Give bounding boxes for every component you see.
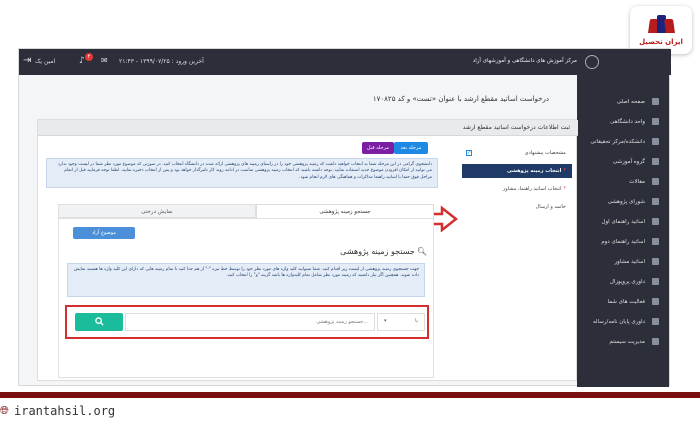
globe-icon: 🌐︎ — [0, 404, 9, 417]
building-icon — [652, 118, 659, 125]
sidebar-item-activities[interactable]: فعالیت های شما — [577, 293, 669, 311]
brand-title: مرکز آموزش های دانشگاهی و آموزشهای آزاد — [472, 58, 577, 64]
operator-select[interactable]: ▾ یا — [377, 313, 425, 331]
bell-icon[interactable]: ♪ — [79, 56, 85, 66]
sidebar-item-unit[interactable]: واحد دانشگاهی — [577, 113, 669, 131]
next-step-button[interactable]: مرحله بعد — [394, 142, 428, 154]
article-icon — [652, 178, 659, 185]
step-finish[interactable]: خاتمه و ارسال — [462, 200, 572, 214]
notification-badge: ۴ — [85, 53, 93, 61]
step-proposal[interactable]: ✓ مشخصات پیشنهادی — [462, 146, 572, 160]
home-icon — [652, 98, 659, 105]
sidebar-item-home[interactable]: صفحه اصلی — [577, 93, 669, 111]
screenshot-frame: ایران تحصیل ⇥ امین یک ♪ ۴ ✉ آخرین ورود :… — [0, 0, 700, 430]
mail-icon[interactable]: ✉ — [101, 56, 108, 65]
user-icon — [652, 238, 659, 245]
tab-tree-view[interactable]: نمایش درختی — [58, 204, 256, 218]
footer-bar — [0, 392, 700, 398]
sidebar-item-articles[interactable]: مقالات — [577, 173, 669, 191]
panel-title: ثبت اطلاعات درخواست اساتید مقطع ارشد — [462, 124, 570, 131]
sidebar: صفحه اصلی واحد دانشگاهی دانشکده/مرکز تحق… — [577, 75, 669, 387]
step-research-field[interactable]: انتخاب زمینه پژوهشی * — [462, 164, 572, 178]
add-topic-button[interactable]: موضوع آزاد — [73, 227, 135, 239]
top-bar: ⇥ امین یک ♪ ۴ ✉ آخرین ورود : ۱۳۹۹/۰۷/۲۵ … — [19, 49, 671, 75]
document-icon — [652, 278, 659, 285]
search-row: ▾ یا — [65, 305, 429, 339]
sidebar-item-department[interactable]: گروه آموزشی — [577, 153, 669, 171]
chevron-down-icon: ▾ — [384, 318, 387, 324]
faculty-icon — [652, 138, 659, 145]
search-icon — [94, 317, 104, 326]
step-advisors[interactable]: انتخاب اساتید راهنما، مشاور * — [462, 182, 572, 196]
tab-content: موضوع آزاد جستجو زمینه پژوهشی 🔍︎ جهت جستج… — [58, 218, 434, 378]
activity-icon — [652, 298, 659, 305]
prev-step-button[interactable]: مرحله قبل — [362, 142, 394, 154]
info-box: دانشجوی گرامی در این مرحله شما به انتخاب… — [46, 158, 438, 188]
user-menu[interactable]: امین یک — [35, 58, 55, 65]
sidebar-item-first-advisor[interactable]: اساتید راهنمای اول — [577, 213, 669, 231]
app-window: ⇥ امین یک ♪ ۴ ✉ آخرین ورود : ۱۳۹۹/۰۷/۲۵ … — [18, 48, 671, 387]
gear-icon — [652, 338, 659, 345]
user-icon — [652, 218, 659, 225]
search-hint: جهت جستجوی زمینه پژوهشی از لیست زیر اقدا… — [67, 263, 425, 297]
sidebar-item-system-admin[interactable]: مدیریت سیستم — [577, 333, 669, 351]
last-login: آخرین ورود : ۱۳۹۹/۰۷/۲۵ - ۲۱:۴۳ — [119, 58, 204, 65]
sidebar-item-thesis-review[interactable]: داوری پایان نامه/رساله — [577, 313, 669, 331]
search-heading: جستجو زمینه پژوهشی 🔍︎ — [340, 247, 427, 256]
logout-icon[interactable]: ⇥ — [23, 56, 31, 66]
search-button[interactable] — [75, 313, 123, 331]
search-input[interactable] — [125, 313, 375, 331]
university-logo-icon — [585, 55, 599, 69]
sidebar-item-second-advisor[interactable]: اساتید راهنمای دوم — [577, 233, 669, 251]
panel-header: ثبت اطلاعات درخواست اساتید مقطع ارشد — [38, 120, 578, 136]
book-logo-icon — [646, 14, 676, 35]
group-icon — [652, 158, 659, 165]
sidebar-item-faculty[interactable]: دانشکده/مرکز تحقیقاتی — [577, 133, 669, 151]
irantahsil-logo: ایران تحصیل — [630, 6, 692, 54]
page-title: درخواست اساتید مقطع ارشد با عنوان «تست» … — [372, 95, 549, 103]
thesis-icon — [652, 318, 659, 325]
logo-text: ایران تحصیل — [639, 37, 683, 46]
search-icon: 🔍︎ — [416, 247, 427, 256]
council-icon — [652, 198, 659, 205]
user-icon — [652, 258, 659, 265]
sidebar-item-research-council[interactable]: شورای پژوهشی — [577, 193, 669, 211]
sidebar-item-proposal-review[interactable]: داوری پروپوزال — [577, 273, 669, 291]
checkbox-icon: ✓ — [466, 150, 472, 156]
request-panel: ثبت اطلاعات درخواست اساتید مقطع ارشد ✓ م… — [37, 119, 578, 381]
tab-research-search[interactable]: جستجو زمینه پژوهشی — [256, 204, 434, 218]
sidebar-item-consultant[interactable]: اساتید مشاور — [577, 253, 669, 271]
footer-url[interactable]: irantahsil.org — [14, 404, 115, 418]
